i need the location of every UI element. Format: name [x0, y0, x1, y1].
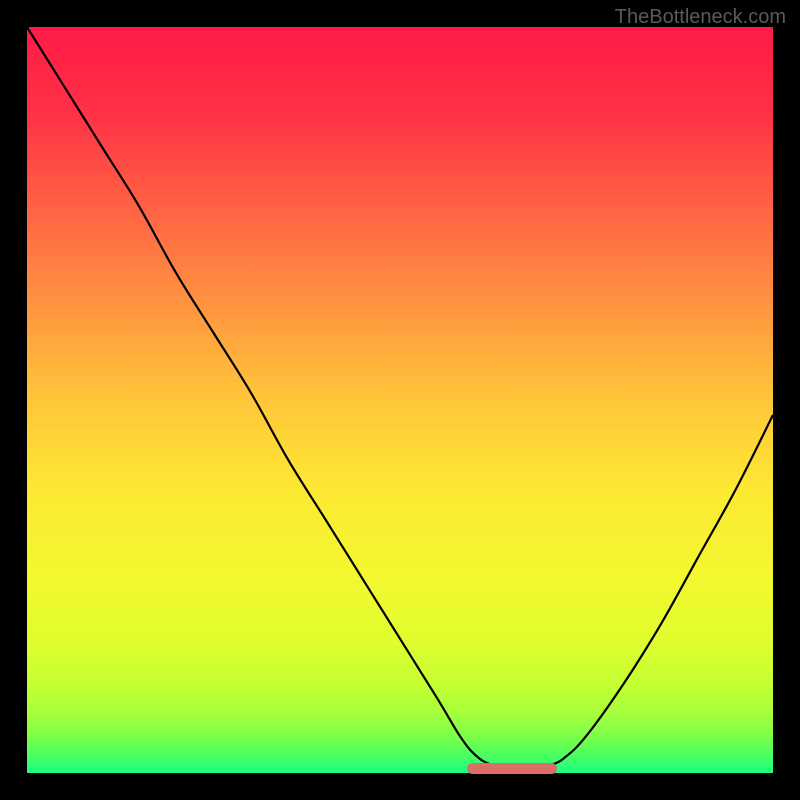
watermark-text: TheBottleneck.com [615, 6, 786, 29]
chart-plot-area [27, 27, 773, 773]
bottleneck-curve [27, 27, 773, 773]
optimal-range-marker [467, 763, 557, 774]
